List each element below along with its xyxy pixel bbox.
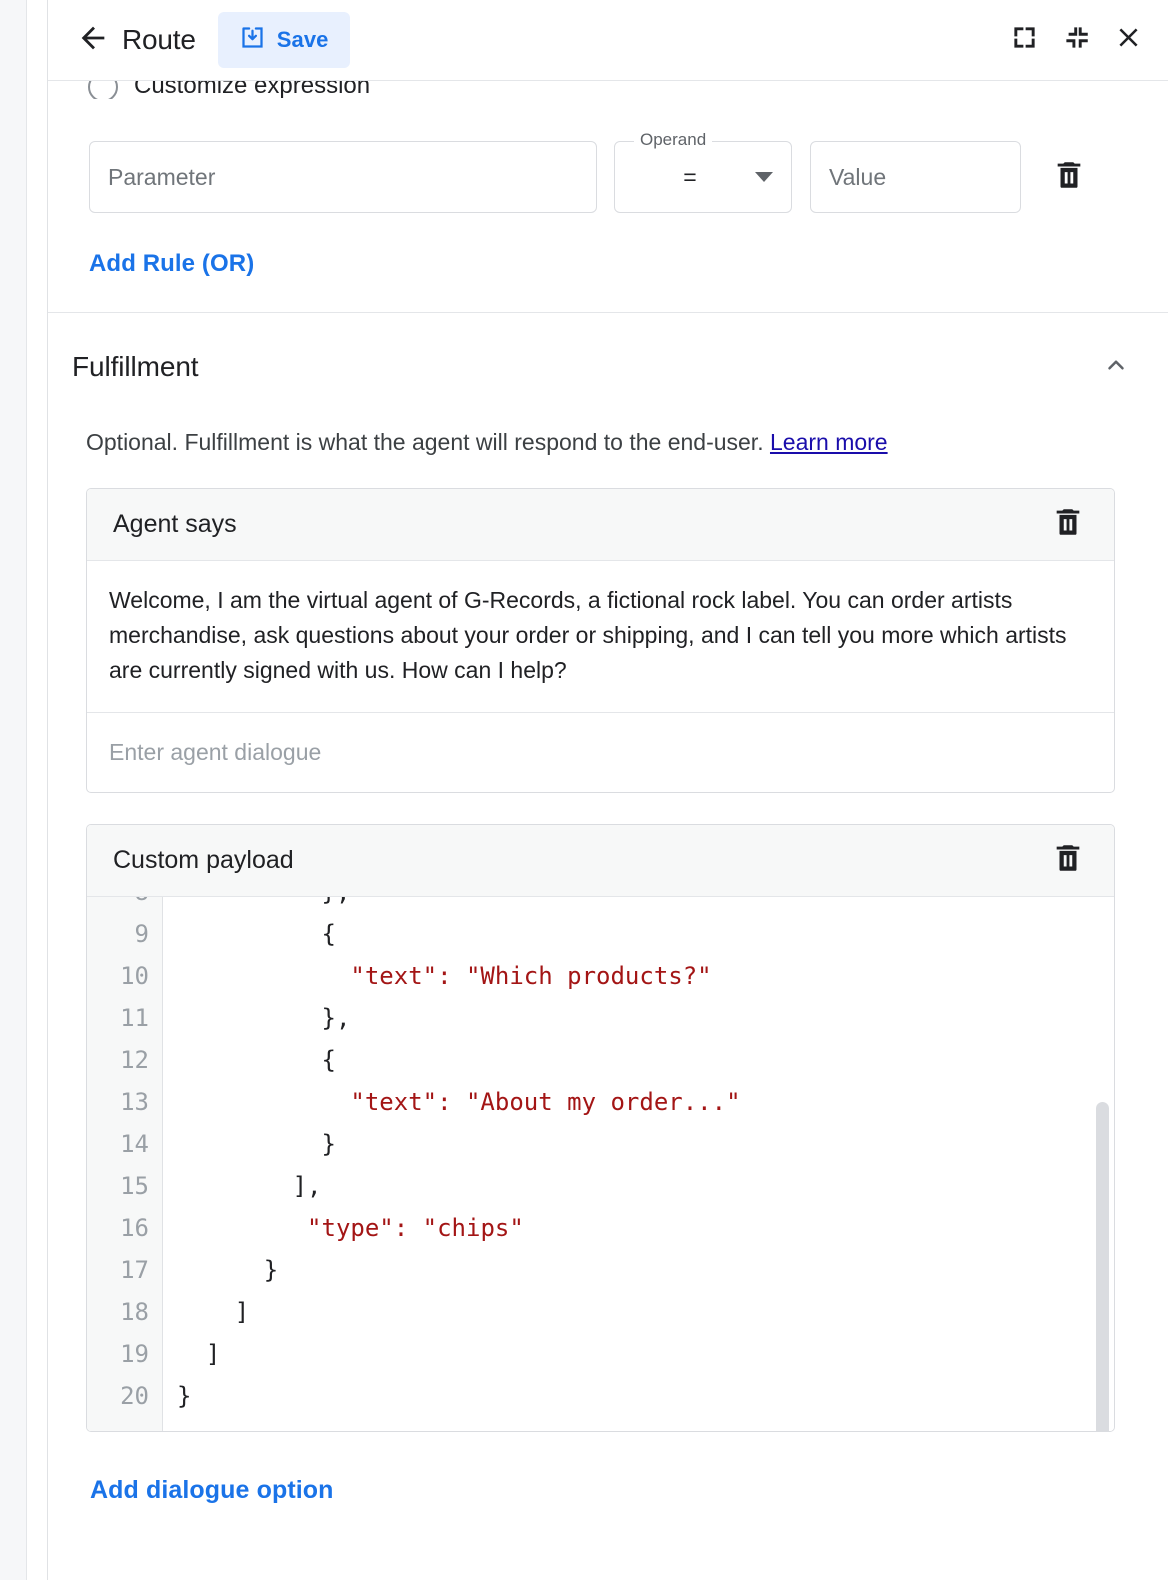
add-dialogue-option-button[interactable]: Add dialogue option — [90, 1476, 334, 1505]
rule-row: Parameter = Operand Value — [72, 99, 1144, 213]
trash-icon — [1051, 841, 1085, 880]
editor-line[interactable]: 18 ] — [87, 1291, 1114, 1333]
line-content[interactable]: }, — [163, 1004, 350, 1032]
fullscreen-collapse-icon — [1063, 24, 1090, 56]
editor-scrollbar[interactable] — [1096, 1102, 1109, 1431]
agent-dialogue-input[interactable]: Enter agent dialogue — [87, 712, 1114, 792]
agent-says-card: Agent says Welcome, I am the virtual age… — [86, 488, 1115, 793]
custom-payload-card: Custom payload 8 }, 9 — [86, 824, 1115, 1432]
line-number: 17 — [87, 1256, 163, 1284]
panel-header: Route Save — [48, 0, 1168, 81]
custom-payload-title: Custom payload — [113, 846, 294, 875]
line-content[interactable]: } — [163, 1256, 278, 1284]
agent-says-title: Agent says — [113, 510, 237, 539]
line-number: 16 — [87, 1214, 163, 1242]
line-content[interactable]: ] — [163, 1298, 249, 1326]
line-content[interactable]: ] — [163, 1340, 220, 1368]
fullscreen-expand-icon — [1011, 24, 1038, 56]
editor-code[interactable]: 8 },9 {10 "text": "Which products?"11 },… — [87, 897, 1114, 1417]
editor-line[interactable]: 12 { — [87, 1039, 1114, 1081]
editor-line[interactable]: 19 ] — [87, 1333, 1114, 1375]
agent-says-text[interactable]: Welcome, I am the virtual agent of G-Rec… — [87, 561, 1114, 712]
editor-line[interactable]: 9 { — [87, 913, 1114, 955]
line-number: 15 — [87, 1172, 163, 1200]
trash-icon — [1051, 505, 1085, 544]
line-number: 10 — [87, 962, 163, 990]
editor-line[interactable]: 15 ], — [87, 1165, 1114, 1207]
fulfillment-collapse-button[interactable] — [1092, 343, 1140, 391]
save-button[interactable]: Save — [218, 12, 350, 68]
line-number: 9 — [87, 920, 163, 948]
add-rule-button[interactable]: Add Rule (OR) — [89, 250, 254, 278]
operand-value: = — [615, 164, 755, 191]
agent-says-header: Agent says — [87, 489, 1114, 561]
line-number: 19 — [87, 1340, 163, 1368]
route-panel: Route Save — [48, 0, 1168, 1580]
custom-payload-editor[interactable]: 8 },9 {10 "text": "Which products?"11 },… — [87, 897, 1114, 1431]
operand-legend: Operand — [634, 129, 712, 151]
customize-expression-radio-row[interactable]: Customize expression — [72, 81, 1144, 99]
delete-agent-says-button[interactable] — [1040, 489, 1096, 561]
page-background — [0, 0, 26, 1580]
save-label: Save — [277, 27, 329, 53]
close-button[interactable] — [1102, 14, 1154, 66]
fulfillment-description-text: Optional. Fulfillment is what the agent … — [86, 429, 764, 455]
operand-select[interactable]: = Operand — [614, 141, 792, 213]
line-content[interactable]: "text": "About my order..." — [163, 1088, 741, 1116]
editor-line[interactable]: 17 } — [87, 1249, 1114, 1291]
parameter-input[interactable]: Parameter — [89, 141, 597, 213]
fulfillment-section: Fulfillment Optional. Fulfillment is wha… — [48, 313, 1168, 1505]
fulfillment-description: Optional. Fulfillment is what the agent … — [86, 427, 1144, 457]
chevron-up-icon — [1103, 352, 1129, 383]
delete-rule-button[interactable] — [1041, 141, 1097, 213]
line-content[interactable]: ], — [163, 1172, 322, 1200]
fulfillment-title: Fulfillment — [72, 351, 199, 383]
line-number: 13 — [87, 1088, 163, 1116]
page-title: Route — [122, 24, 196, 56]
line-number: 11 — [87, 1004, 163, 1032]
fulfillment-header: Fulfillment — [72, 313, 1144, 391]
line-content[interactable]: } — [163, 1382, 191, 1410]
line-content[interactable]: { — [163, 1046, 336, 1074]
back-button[interactable] — [70, 17, 116, 63]
editor-line[interactable]: 16 "type": "chips" — [87, 1207, 1114, 1249]
line-number: 18 — [87, 1298, 163, 1326]
trash-icon — [1052, 158, 1086, 197]
line-content[interactable]: }, — [163, 897, 350, 906]
value-input[interactable]: Value — [810, 141, 1021, 213]
condition-rules-section: Customize expression Parameter = Operand… — [48, 81, 1168, 313]
editor-line[interactable]: 11 }, — [87, 997, 1114, 1039]
line-content[interactable]: "text": "Which products?" — [163, 962, 712, 990]
learn-more-link[interactable]: Learn more — [770, 429, 888, 455]
line-number: 14 — [87, 1130, 163, 1158]
line-number: 12 — [87, 1046, 163, 1074]
line-number: 8 — [87, 897, 163, 906]
line-content[interactable]: } — [163, 1130, 336, 1158]
editor-line[interactable]: 10 "text": "Which products?" — [87, 955, 1114, 997]
line-number: 20 — [87, 1382, 163, 1410]
expand-button[interactable] — [998, 14, 1050, 66]
editor-line[interactable]: 13 "text": "About my order..." — [87, 1081, 1114, 1123]
delete-custom-payload-button[interactable] — [1040, 825, 1096, 897]
chevron-down-icon — [755, 172, 773, 182]
line-content[interactable]: "type": "chips" — [163, 1214, 524, 1242]
editor-line[interactable]: 20} — [87, 1375, 1114, 1417]
customize-expression-label: Customize expression — [134, 81, 370, 99]
panel-resize-gutter[interactable] — [26, 0, 48, 1580]
arrow-left-icon — [76, 21, 110, 60]
custom-payload-header: Custom payload — [87, 825, 1114, 897]
close-icon — [1113, 22, 1144, 58]
radio-icon[interactable] — [88, 81, 118, 99]
editor-line[interactable]: 14 } — [87, 1123, 1114, 1165]
line-content[interactable]: { — [163, 920, 336, 948]
editor-line[interactable]: 8 }, — [87, 897, 1114, 913]
save-icon — [239, 24, 266, 57]
panel-content[interactable]: Customize expression Parameter = Operand… — [48, 81, 1168, 1580]
collapse-button[interactable] — [1050, 14, 1102, 66]
route-panel-screen: Route Save — [0, 0, 1168, 1580]
operand-select-box[interactable]: = — [614, 141, 792, 213]
